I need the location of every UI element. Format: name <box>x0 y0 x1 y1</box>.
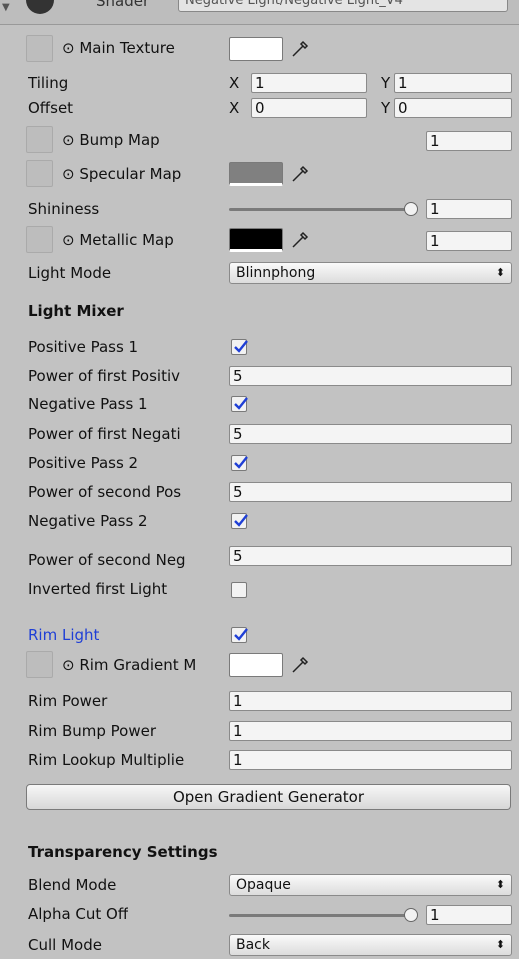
negative-pass-2-label: Negative Pass 2 <box>28 512 148 530</box>
shader-dropdown[interactable]: Negative Light/Negative Light_V4 <box>178 0 508 12</box>
power-first-positive-field[interactable]: 5 <box>229 366 512 386</box>
specular-map-label: ⊙ Specular Map <box>62 165 182 183</box>
cull-mode-dropdown[interactable]: Back ⬍ <box>229 934 512 956</box>
tiling-x-field[interactable]: 1 <box>251 73 367 93</box>
positive-pass-1-label: Positive Pass 1 <box>28 338 139 356</box>
blend-mode-value: Opaque <box>236 877 291 893</box>
tiling-y-label: Y <box>381 74 391 92</box>
light-mixer-title: Light Mixer <box>28 302 124 320</box>
eyedropper-icon[interactable] <box>290 230 310 250</box>
shininess-label: Shininess <box>28 200 100 218</box>
rim-gradient-label: ⊙ Rim Gradient M <box>62 656 197 674</box>
light-mode-label: Light Mode <box>28 264 112 282</box>
cull-mode-label: Cull Mode <box>28 936 102 954</box>
shininess-slider-knob[interactable] <box>404 202 418 216</box>
main-texture-slot[interactable] <box>26 35 53 62</box>
offset-label: Offset <box>28 99 74 117</box>
rim-lookup-multiplier-field[interactable]: 1 <box>229 750 512 770</box>
rim-power-label: Rim Power <box>28 692 108 710</box>
metallic-color-swatch[interactable] <box>229 228 283 252</box>
offset-y-field[interactable]: 0 <box>394 98 512 118</box>
shader-label: Shader <box>96 0 150 10</box>
alpha-cut-off-slider-track[interactable] <box>229 914 411 917</box>
offset-x-label: X <box>229 99 240 117</box>
metallic-map-slot[interactable] <box>26 226 53 253</box>
negative-pass-1-checkbox[interactable] <box>231 396 248 412</box>
offset-y-label: Y <box>381 99 391 117</box>
shininess-slider-track[interactable] <box>229 208 411 211</box>
positive-pass-2-checkbox[interactable] <box>231 455 248 471</box>
main-texture-label: ⊙ Main Texture <box>62 39 175 57</box>
bump-map-field[interactable]: 1 <box>426 131 512 151</box>
eyedropper-icon[interactable] <box>290 655 310 675</box>
negative-pass-1-label: Negative Pass 1 <box>28 395 148 413</box>
rim-lookup-multiplier-label: Rim Lookup Multiplie <box>28 751 185 769</box>
rim-bump-power-label: Rim Bump Power <box>28 722 157 740</box>
inverted-first-light-label: Inverted first Light <box>28 580 168 598</box>
bump-map-label: ⊙ Bump Map <box>62 131 160 149</box>
light-mode-dropdown[interactable]: Blinnphong ⬍ <box>229 262 512 284</box>
blend-mode-label: Blend Mode <box>28 876 117 894</box>
metallic-map-field[interactable]: 1 <box>426 231 512 251</box>
positive-pass-2-label: Positive Pass 2 <box>28 454 139 472</box>
power-first-positive-label: Power of first Positiv <box>28 367 181 385</box>
foldout-arrow-icon[interactable]: ▼ <box>2 2 10 13</box>
positive-pass-1-checkbox[interactable] <box>231 339 248 355</box>
eyedropper-icon[interactable] <box>290 164 310 184</box>
main-texture-color-swatch[interactable] <box>229 37 283 61</box>
power-second-negative-label: Power of second Neg <box>28 551 186 569</box>
alpha-cut-off-field[interactable]: 1 <box>426 905 512 925</box>
tiling-label: Tiling <box>28 74 69 92</box>
alpha-cut-off-slider-knob[interactable] <box>404 908 418 922</box>
offset-x-field[interactable]: 0 <box>251 98 367 118</box>
blend-mode-dropdown[interactable]: Opaque ⬍ <box>229 874 512 896</box>
shininess-field[interactable]: 1 <box>426 199 512 219</box>
alpha-cut-off-label: Alpha Cut Off <box>28 905 129 923</box>
inspector-header: ▼ Shader Negative Light/Negative Light_V… <box>0 0 519 25</box>
inverted-first-light-checkbox[interactable] <box>231 582 247 598</box>
power-first-negative-field[interactable]: 5 <box>229 424 512 444</box>
rim-light-title: Rim Light <box>28 626 100 644</box>
power-first-negative-label: Power of first Negati <box>28 425 181 443</box>
metallic-map-label: ⊙ Metallic Map <box>62 231 174 249</box>
specular-map-slot[interactable] <box>26 160 53 187</box>
dropdown-arrows-icon: ⬍ <box>495 878 505 891</box>
rim-bump-power-field[interactable]: 1 <box>229 721 512 741</box>
dropdown-arrows-icon: ⬍ <box>495 938 505 951</box>
rim-gradient-slot[interactable] <box>26 651 53 678</box>
dropdown-arrows-icon: ⬍ <box>495 266 505 279</box>
open-gradient-generator-button[interactable]: Open Gradient Generator <box>26 784 511 810</box>
negative-pass-2-checkbox[interactable] <box>231 513 248 529</box>
transparency-title: Transparency Settings <box>28 843 218 861</box>
cull-mode-value: Back <box>236 937 270 953</box>
rim-power-field[interactable]: 1 <box>229 691 512 711</box>
power-second-positive-label: Power of second Pos <box>28 483 182 501</box>
power-second-negative-field[interactable]: 5 <box>229 546 512 566</box>
shader-icon <box>26 0 54 14</box>
power-second-positive-field[interactable]: 5 <box>229 482 512 502</box>
light-mode-value: Blinnphong <box>236 265 316 281</box>
eyedropper-icon[interactable] <box>290 39 310 59</box>
rim-gradient-swatch[interactable] <box>229 653 283 677</box>
tiling-x-label: X <box>229 74 240 92</box>
tiling-y-field[interactable]: 1 <box>394 73 512 93</box>
bump-map-slot[interactable] <box>26 126 53 153</box>
rim-light-checkbox[interactable] <box>231 627 248 643</box>
specular-color-swatch[interactable] <box>229 162 283 186</box>
